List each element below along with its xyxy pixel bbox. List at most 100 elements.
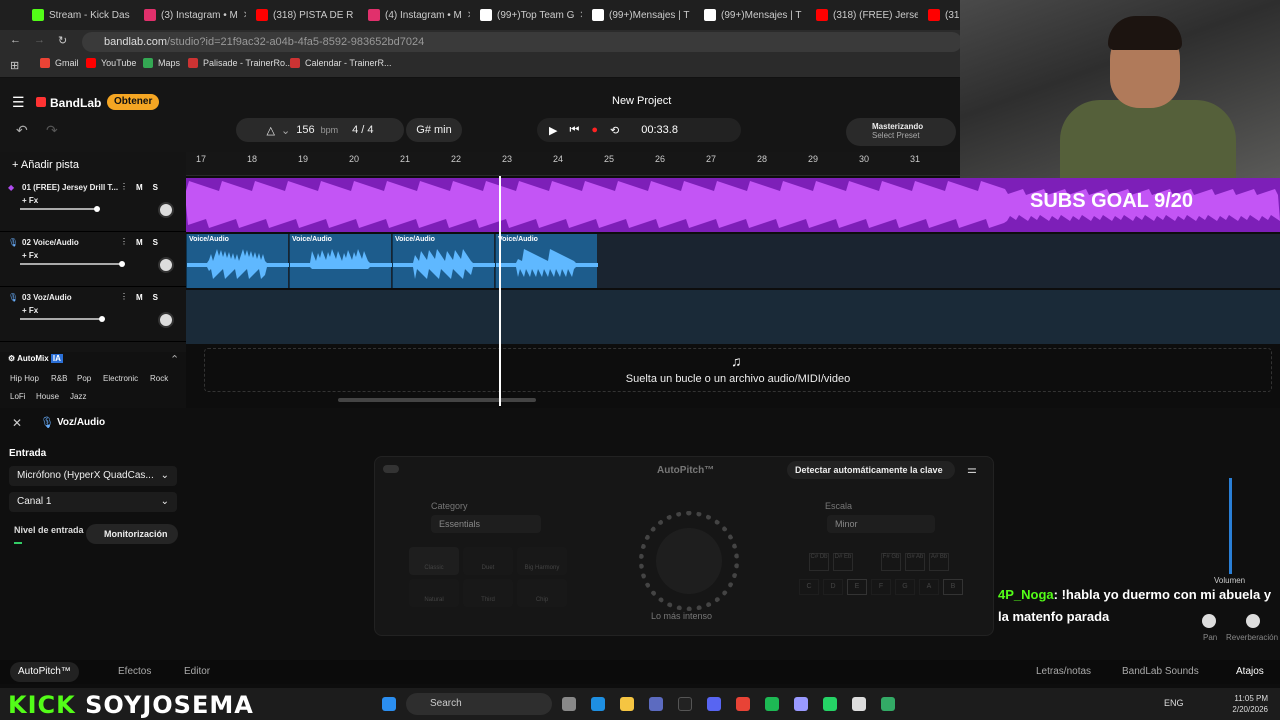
mute-solo-buttons[interactable]: MS <box>136 183 168 192</box>
bandlab-logo[interactable]: BandLab <box>36 96 101 110</box>
track-header[interactable]: ◆ 01 (FREE) Jersey Drill T... ⋮ MS + Fx <box>0 178 186 232</box>
genre-chip[interactable]: LoFi <box>10 392 26 401</box>
track-name[interactable]: 03 Voz/Audio <box>22 293 72 302</box>
loop-icon[interactable]: ⟲ <box>610 124 619 137</box>
volume-slider[interactable] <box>20 261 126 267</box>
preset-button[interactable]: Duet <box>463 547 513 575</box>
volume-slider[interactable] <box>20 316 105 322</box>
mute-solo-buttons[interactable]: MS <box>136 293 168 302</box>
timeline-scrollbar[interactable] <box>338 398 536 402</box>
track-name[interactable]: 01 (FREE) Jersey Drill T... <box>22 183 118 192</box>
fx-button[interactable]: + Fx <box>22 306 38 315</box>
scale-select[interactable]: Minor <box>827 515 935 533</box>
preset-button[interactable]: Classic <box>409 547 459 575</box>
sharp-key[interactable]: F# Gb <box>881 553 901 571</box>
autopitch-tab[interactable]: AutoPitch™ <box>10 662 79 682</box>
browser-tab[interactable]: (99+)Mensajes | T✕ <box>586 4 694 26</box>
close-icon[interactable]: ✕ <box>12 416 22 430</box>
fx-button[interactable]: + Fx <box>22 251 38 260</box>
note-key[interactable]: B <box>943 579 963 595</box>
tab-close-icon[interactable]: ✕ <box>243 10 246 21</box>
tiktok-icon[interactable] <box>678 697 692 711</box>
undo-icon[interactable]: ↶ <box>16 122 28 139</box>
pan-knob[interactable] <box>158 202 174 218</box>
chevron-down-icon[interactable]: ⌄ <box>281 124 290 137</box>
intensity-knob[interactable] <box>639 511 739 611</box>
audio-clip[interactable]: Voice/Audio <box>392 234 495 288</box>
record-icon[interactable]: ● <box>591 124 598 136</box>
bookmark-youtube[interactable]: YouTube <box>86 58 136 68</box>
track-menu-icon[interactable]: ⋮ <box>120 237 128 246</box>
chevron-up-icon[interactable]: ⌃ <box>170 353 179 366</box>
obtener-button[interactable]: Obtener <box>107 94 160 110</box>
volume-slider-handle[interactable] <box>98 316 105 322</box>
track-header[interactable]: 🎙 03 Voz/Audio ⋮ MS + Fx <box>0 288 186 342</box>
effects-tab[interactable]: Efectos <box>118 666 151 677</box>
system-clock[interactable]: 11:05 PM 2/20/2026 <box>1232 693 1268 715</box>
preset-button[interactable]: Big Harmony <box>517 547 567 575</box>
apps-icon[interactable]: ⊞ <box>10 59 19 72</box>
bookmark-maps[interactable]: Maps <box>143 58 180 68</box>
play-icon[interactable]: ▶ <box>549 124 557 137</box>
drop-zone[interactable]: ♫ Suelta un bucle o un archivo audio/MID… <box>204 348 1272 392</box>
project-title[interactable]: New Project <box>612 95 671 107</box>
pan-knob[interactable] <box>158 312 174 328</box>
track-menu-icon[interactable]: ⋮ <box>120 182 128 191</box>
fx-button[interactable]: + Fx <box>22 196 38 205</box>
mastering-button[interactable]: Masterizando Select Preset <box>846 118 956 146</box>
premiere-icon[interactable] <box>794 697 808 711</box>
audio-clip[interactable]: Voice/Audio <box>495 234 598 288</box>
preset-button[interactable]: Chip <box>517 579 567 607</box>
genre-chip[interactable]: R&B <box>51 374 67 383</box>
language-indicator[interactable]: ENG <box>1164 698 1184 708</box>
app-icon[interactable] <box>881 697 895 711</box>
taskbar-search[interactable]: Search <box>406 693 552 715</box>
browser-tab[interactable]: (4) Instagram • M ✕ <box>362 4 470 26</box>
bookmark-palisade[interactable]: Palisade - TrainerRo... <box>188 58 293 68</box>
volume-slider[interactable] <box>20 206 100 212</box>
edge-icon[interactable] <box>591 697 605 711</box>
pan-knob[interactable] <box>158 257 174 273</box>
mute-button[interactable]: M <box>136 238 153 247</box>
monitor-button[interactable]: Monitorización <box>86 524 178 544</box>
mute-button[interactable]: M <box>136 293 153 302</box>
browser-tab[interactable]: (99+)Mensajes | T✕ <box>698 4 806 26</box>
volume-slider[interactable] <box>1229 478 1232 574</box>
chrome-icon[interactable] <box>736 697 750 711</box>
whatsapp-icon[interactable] <box>823 697 837 711</box>
folder-icon[interactable] <box>620 697 634 711</box>
forward-icon[interactable]: → <box>34 34 45 46</box>
playhead[interactable] <box>499 176 501 406</box>
obs-icon[interactable] <box>852 697 866 711</box>
solo-button[interactable]: S <box>153 238 168 247</box>
browser-tab[interactable]: (318) (FREE) Jerse✕ <box>810 4 918 26</box>
url-input[interactable]: bandlab.com/studio?id=21f9ac32-a04b-4fa5… <box>82 32 962 52</box>
sharp-key[interactable]: G# Ab <box>905 553 925 571</box>
timeline-ruler[interactable]: 17 18 19 20 21 22 23 24 25 26 27 28 29 30 31 <box>186 152 960 176</box>
preset-button[interactable]: Natural <box>409 579 459 607</box>
note-key[interactable]: C <box>799 579 819 595</box>
audio-clip[interactable]: Voice/Audio <box>289 234 392 288</box>
genre-chip[interactable]: Electronic <box>103 374 138 383</box>
sharp-key[interactable]: C# Db <box>809 553 829 571</box>
store-icon[interactable] <box>649 697 663 711</box>
note-key[interactable]: D <box>823 579 843 595</box>
autopitch-toggle[interactable] <box>383 465 399 473</box>
note-key[interactable]: A <box>919 579 939 595</box>
reload-icon[interactable]: ↻ <box>58 34 67 47</box>
bpm-value[interactable]: 156 <box>296 124 314 136</box>
skip-back-icon[interactable]: ⏮ <box>569 124 579 137</box>
bandlab-sounds-button[interactable]: BandLab Sounds <box>1122 666 1199 677</box>
tab-close-icon[interactable]: ✕ <box>467 10 470 21</box>
menu-icon[interactable]: ☰ <box>12 94 25 111</box>
solo-button[interactable]: S <box>153 293 168 302</box>
category-select[interactable]: Essentials <box>431 515 541 533</box>
browser-tab[interactable]: (3) Instagram • M ✕ <box>138 4 246 26</box>
note-key[interactable]: E <box>847 579 867 595</box>
tab-close-icon[interactable]: ✕ <box>579 10 582 21</box>
track-header[interactable]: 🎙 02 Voice/Audio ⋮ MS + Fx <box>0 233 186 287</box>
tempo-control[interactable]: △ ⌄ 156 bpm 4 / 4 <box>236 118 404 142</box>
browser-tab[interactable]: (318) PISTA DE R✕ <box>250 4 358 26</box>
lyrics-button[interactable]: Letras/notas <box>1036 666 1091 677</box>
sharp-key[interactable]: D# Eb <box>833 553 853 571</box>
